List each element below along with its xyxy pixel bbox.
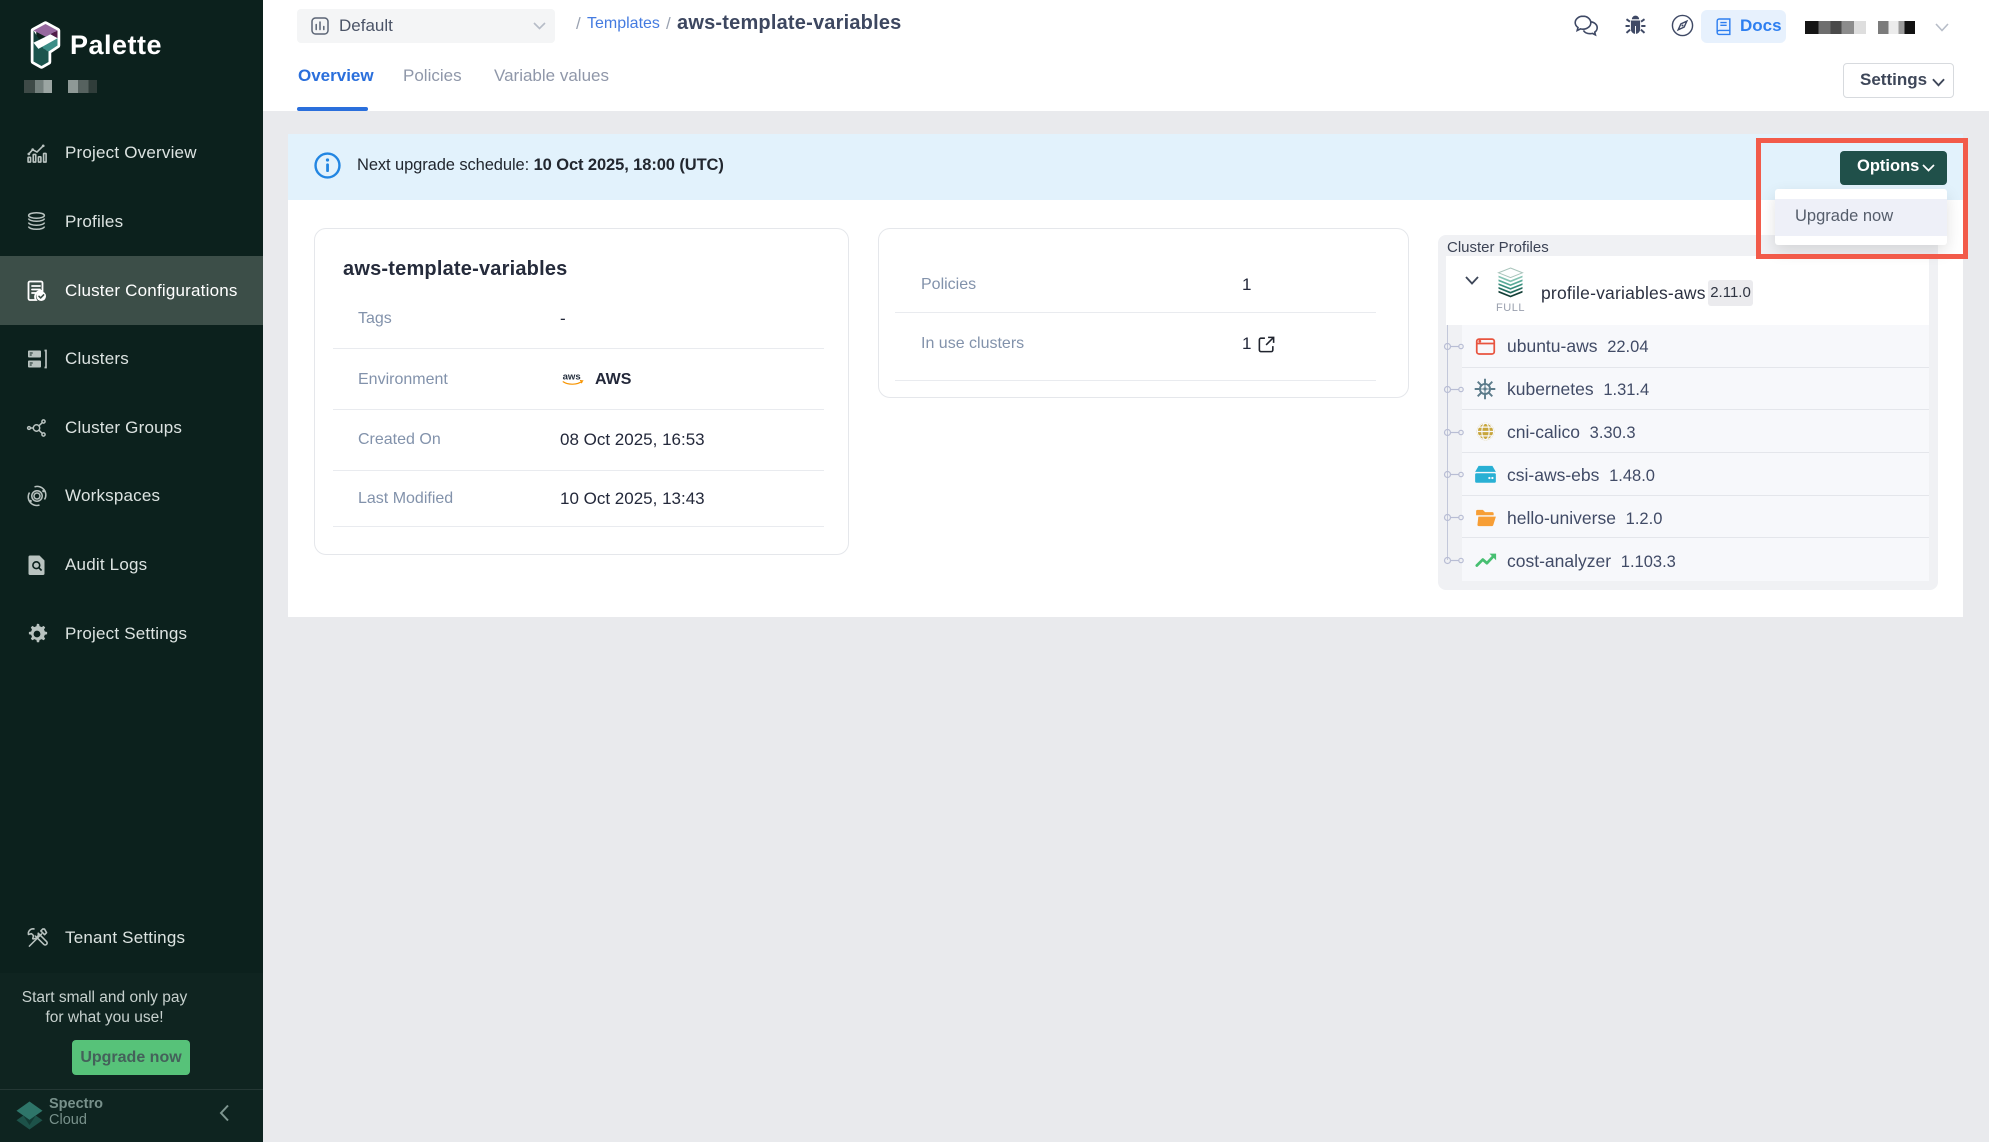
- svg-text:aws: aws: [563, 372, 581, 383]
